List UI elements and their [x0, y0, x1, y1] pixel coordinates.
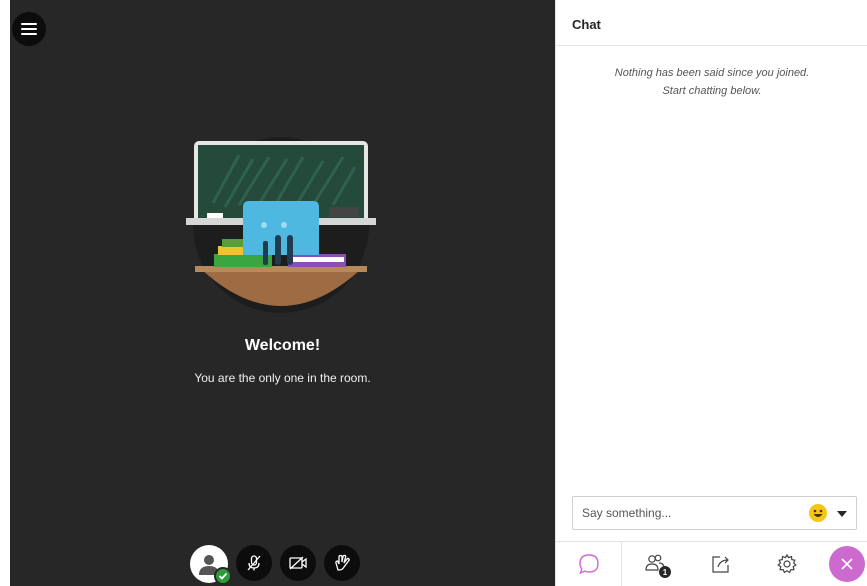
microphone-toggle-button[interactable]: [236, 545, 272, 581]
stage-left-edge: [0, 0, 10, 586]
microphone-off-icon: [247, 555, 261, 571]
status-check-badge: [214, 567, 232, 585]
raise-hand-button[interactable]: [324, 545, 360, 581]
chat-title: Chat: [556, 0, 867, 46]
close-icon: [841, 558, 853, 570]
tab-attendees[interactable]: 1: [622, 542, 688, 586]
hamburger-menu-button[interactable]: [12, 12, 46, 46]
my-status-button[interactable]: [190, 545, 232, 585]
gear-icon: [777, 553, 797, 574]
camera-toggle-button[interactable]: [280, 545, 316, 581]
hamburger-menu-icon: [21, 23, 37, 35]
tab-settings[interactable]: [754, 542, 820, 586]
chat-composer: [572, 496, 857, 530]
close-panel-button[interactable]: [829, 546, 865, 582]
raise-hand-icon: [335, 554, 350, 571]
classroom-illustration: [186, 137, 376, 313]
chat-message-input[interactable]: [573, 497, 798, 529]
camera-off-icon: [289, 556, 307, 570]
chat-empty-state: Nothing has been said since you joined. …: [556, 64, 867, 100]
emoji-picker-button[interactable]: [809, 504, 827, 522]
chat-empty-line1: Nothing has been said since you joined.: [614, 67, 810, 79]
share-content-icon: [712, 556, 729, 573]
panel-tab-bar: 1: [556, 541, 867, 586]
tab-share-content[interactable]: [688, 542, 754, 586]
attendee-count-badge: 1: [659, 566, 671, 578]
chat-bubble-icon: [578, 554, 599, 575]
checkmark-icon: [218, 572, 228, 580]
session-controls: [190, 545, 360, 585]
smiley-emoji-icon: [813, 509, 823, 517]
chat-panel: Chat Nothing has been said since you joi…: [555, 0, 867, 586]
chevron-down-icon[interactable]: [835, 507, 849, 521]
tab-chat[interactable]: [556, 542, 622, 586]
main-stage: Welcome! You are the only one in the roo…: [0, 0, 555, 586]
welcome-subtitle: You are the only one in the room.: [194, 371, 371, 385]
welcome-title: Welcome!: [244, 337, 321, 354]
chat-empty-line2: Start chatting below.: [662, 85, 762, 97]
